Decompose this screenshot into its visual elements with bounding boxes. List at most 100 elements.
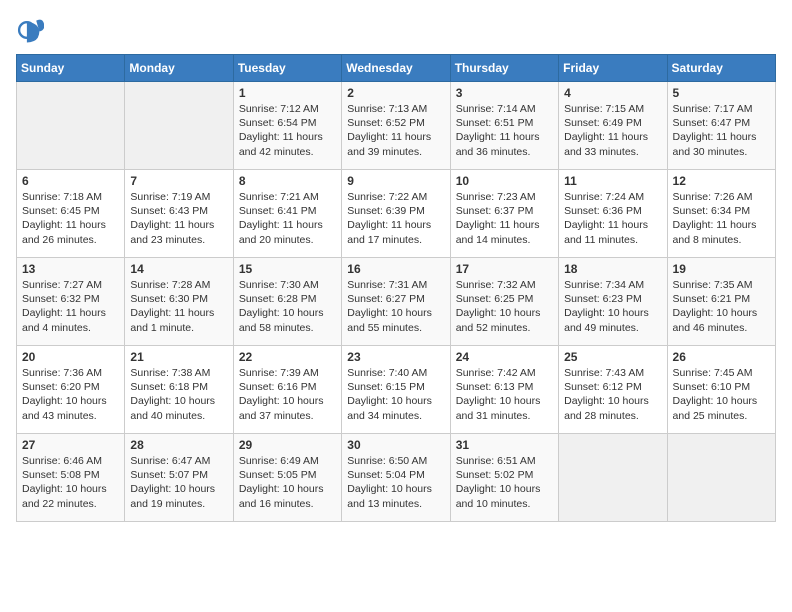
day-number: 27 [22, 438, 119, 452]
cell-details: Sunrise: 7:45 AM Sunset: 6:10 PM Dayligh… [673, 366, 770, 423]
day-header-monday: Monday [125, 55, 233, 82]
calendar-cell [667, 434, 775, 522]
day-number: 9 [347, 174, 444, 188]
cell-details: Sunrise: 7:12 AM Sunset: 6:54 PM Dayligh… [239, 102, 336, 159]
calendar-cell: 31 Sunrise: 6:51 AM Sunset: 5:02 PM Dayli… [450, 434, 558, 522]
cell-details: Sunrise: 7:17 AM Sunset: 6:47 PM Dayligh… [673, 102, 770, 159]
day-number: 15 [239, 262, 336, 276]
cell-details: Sunrise: 7:40 AM Sunset: 6:15 PM Dayligh… [347, 366, 444, 423]
calendar-cell: 17Sunrise: 7:32 AM Sunset: 6:25 PM Dayli… [450, 258, 558, 346]
calendar-cell: 3 Sunrise: 7:14 AM Sunset: 6:51 PM Daylig… [450, 82, 558, 170]
calendar-cell: 22 Sunrise: 7:39 AM Sunset: 6:16 PM Dayli… [233, 346, 341, 434]
day-number: 7 [130, 174, 227, 188]
calendar-body: 1 Sunrise: 7:12 AM Sunset: 6:54 PM Daylig… [17, 82, 776, 522]
logo [16, 16, 48, 44]
day-number: 11 [564, 174, 661, 188]
day-number: 13 [22, 262, 119, 276]
calendar-cell: 29 Sunrise: 6:49 AM Sunset: 5:05 PM Dayli… [233, 434, 341, 522]
day-number: 19 [673, 262, 770, 276]
calendar-cell: 12 Sunrise: 7:26 AM Sunset: 6:34 PM Dayli… [667, 170, 775, 258]
day-number: 4 [564, 86, 661, 100]
day-number: 16 [347, 262, 444, 276]
calendar-cell: 28Sunrise: 6:47 AM Sunset: 5:07 PM Dayli… [125, 434, 233, 522]
calendar-cell: 21 Sunrise: 7:38 AM Sunset: 6:18 PM Dayli… [125, 346, 233, 434]
day-number: 20 [22, 350, 119, 364]
day-number: 1 [239, 86, 336, 100]
calendar-cell: 5 Sunrise: 7:17 AM Sunset: 6:47 PM Daylig… [667, 82, 775, 170]
day-number: 12 [673, 174, 770, 188]
calendar-cell: 4Sunrise: 7:15 AM Sunset: 6:49 PM Daylig… [559, 82, 667, 170]
calendar-cell: 27Sunrise: 6:46 AM Sunset: 5:08 PM Dayli… [17, 434, 125, 522]
cell-details: Sunrise: 7:38 AM Sunset: 6:18 PM Dayligh… [130, 366, 227, 423]
calendar-cell: 14 Sunrise: 7:28 AM Sunset: 6:30 PM Dayli… [125, 258, 233, 346]
day-number: 23 [347, 350, 444, 364]
day-number: 21 [130, 350, 227, 364]
day-header-friday: Friday [559, 55, 667, 82]
cell-details: Sunrise: 7:42 AM Sunset: 6:13 PM Dayligh… [456, 366, 553, 423]
calendar-cell: 9 Sunrise: 7:22 AM Sunset: 6:39 PM Daylig… [342, 170, 450, 258]
calendar-cell [125, 82, 233, 170]
cell-details: Sunrise: 7:31 AM Sunset: 6:27 PM Dayligh… [347, 278, 444, 335]
cell-details: Sunrise: 7:36 AM Sunset: 6:20 PM Dayligh… [22, 366, 119, 423]
calendar-cell: 20 Sunrise: 7:36 AM Sunset: 6:20 PM Dayli… [17, 346, 125, 434]
calendar-cell: 23 Sunrise: 7:40 AM Sunset: 6:15 PM Dayli… [342, 346, 450, 434]
day-number: 25 [564, 350, 661, 364]
cell-details: Sunrise: 7:30 AM Sunset: 6:28 PM Dayligh… [239, 278, 336, 335]
week-row-3: 13 Sunrise: 7:27 AM Sunset: 6:32 PM Dayli… [17, 258, 776, 346]
day-number: 29 [239, 438, 336, 452]
day-number: 26 [673, 350, 770, 364]
cell-details: Sunrise: 7:13 AM Sunset: 6:52 PM Dayligh… [347, 102, 444, 159]
calendar-cell: 30Sunrise: 6:50 AM Sunset: 5:04 PM Dayli… [342, 434, 450, 522]
calendar-table: SundayMondayTuesdayWednesdayThursdayFrid… [16, 54, 776, 522]
day-number: 5 [673, 86, 770, 100]
cell-details: Sunrise: 7:14 AM Sunset: 6:51 PM Dayligh… [456, 102, 553, 159]
calendar-cell: 19 Sunrise: 7:35 AM Sunset: 6:21 PM Dayli… [667, 258, 775, 346]
day-number: 10 [456, 174, 553, 188]
cell-details: Sunrise: 7:27 AM Sunset: 6:32 PM Dayligh… [22, 278, 119, 335]
cell-details: Sunrise: 7:39 AM Sunset: 6:16 PM Dayligh… [239, 366, 336, 423]
calendar-cell: 24 Sunrise: 7:42 AM Sunset: 6:13 PM Dayli… [450, 346, 558, 434]
cell-details: Sunrise: 7:19 AM Sunset: 6:43 PM Dayligh… [130, 190, 227, 247]
cell-details: Sunrise: 7:26 AM Sunset: 6:34 PM Dayligh… [673, 190, 770, 247]
calendar-cell: 26 Sunrise: 7:45 AM Sunset: 6:10 PM Dayli… [667, 346, 775, 434]
cell-details: Sunrise: 6:49 AM Sunset: 5:05 PM Dayligh… [239, 454, 336, 511]
day-number: 31 [456, 438, 553, 452]
week-row-5: 27Sunrise: 6:46 AM Sunset: 5:08 PM Dayli… [17, 434, 776, 522]
day-number: 22 [239, 350, 336, 364]
cell-details: Sunrise: 6:50 AM Sunset: 5:04 PM Dayligh… [347, 454, 444, 511]
cell-details: Sunrise: 7:34 AM Sunset: 6:23 PM Dayligh… [564, 278, 661, 335]
calendar-cell: 2 Sunrise: 7:13 AM Sunset: 6:52 PM Daylig… [342, 82, 450, 170]
calendar-cell: 18 Sunrise: 7:34 AM Sunset: 6:23 PM Dayli… [559, 258, 667, 346]
week-row-4: 20 Sunrise: 7:36 AM Sunset: 6:20 PM Dayli… [17, 346, 776, 434]
calendar-cell: 1 Sunrise: 7:12 AM Sunset: 6:54 PM Daylig… [233, 82, 341, 170]
calendar-cell [559, 434, 667, 522]
cell-details: Sunrise: 7:24 AM Sunset: 6:36 PM Dayligh… [564, 190, 661, 247]
day-header-thursday: Thursday [450, 55, 558, 82]
cell-details: Sunrise: 7:22 AM Sunset: 6:39 PM Dayligh… [347, 190, 444, 247]
day-header-saturday: Saturday [667, 55, 775, 82]
day-number: 2 [347, 86, 444, 100]
day-number: 6 [22, 174, 119, 188]
cell-details: Sunrise: 7:18 AM Sunset: 6:45 PM Dayligh… [22, 190, 119, 247]
calendar-cell: 7 Sunrise: 7:19 AM Sunset: 6:43 PM Daylig… [125, 170, 233, 258]
cell-details: Sunrise: 7:28 AM Sunset: 6:30 PM Dayligh… [130, 278, 227, 335]
cell-details: Sunrise: 7:35 AM Sunset: 6:21 PM Dayligh… [673, 278, 770, 335]
calendar-cell: 10Sunrise: 7:23 AM Sunset: 6:37 PM Dayli… [450, 170, 558, 258]
day-number: 8 [239, 174, 336, 188]
day-number: 18 [564, 262, 661, 276]
calendar-cell: 15 Sunrise: 7:30 AM Sunset: 6:28 PM Dayli… [233, 258, 341, 346]
cell-details: Sunrise: 7:43 AM Sunset: 6:12 PM Dayligh… [564, 366, 661, 423]
day-header-sunday: Sunday [17, 55, 125, 82]
calendar-cell: 8 Sunrise: 7:21 AM Sunset: 6:41 PM Daylig… [233, 170, 341, 258]
day-number: 17 [456, 262, 553, 276]
day-number: 3 [456, 86, 553, 100]
calendar-cell: 6 Sunrise: 7:18 AM Sunset: 6:45 PM Daylig… [17, 170, 125, 258]
day-number: 28 [130, 438, 227, 452]
calendar-header-row: SundayMondayTuesdayWednesdayThursdayFrid… [17, 55, 776, 82]
cell-details: Sunrise: 6:51 AM Sunset: 5:02 PM Dayligh… [456, 454, 553, 511]
cell-details: Sunrise: 7:21 AM Sunset: 6:41 PM Dayligh… [239, 190, 336, 247]
day-header-tuesday: Tuesday [233, 55, 341, 82]
day-number: 24 [456, 350, 553, 364]
calendar-cell: 16 Sunrise: 7:31 AM Sunset: 6:27 PM Dayli… [342, 258, 450, 346]
day-number: 14 [130, 262, 227, 276]
